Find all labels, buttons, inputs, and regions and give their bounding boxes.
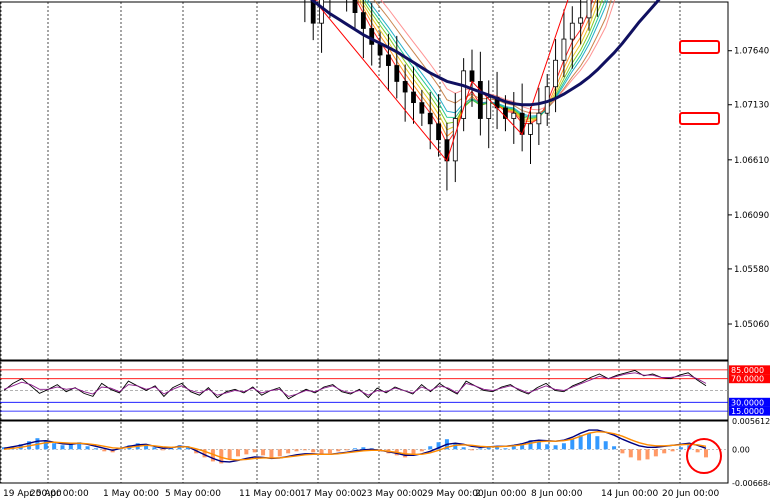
candle-body [360,12,366,29]
macd-tick-label: 0.0056125 [732,417,770,426]
oscillator-tick-label: 30.0000 [731,398,764,407]
candle-body [369,28,375,45]
time-tick-label: 2 Jun 00:00 [475,489,527,499]
macd-tick-label: -0.006684 [732,479,770,488]
macd-histogram-bar [277,449,282,457]
macd-histogram-bar [695,449,700,453]
time-axis: 19 Apr 00:0025 Apr 00:00 1 May 00:00 5 May… [3,489,719,499]
candle-body [528,123,533,135]
macd-histogram-bar [419,449,424,452]
macd-histogram-bar [678,447,683,450]
price-tick-label: 1.07130 [734,101,769,111]
candle-body [561,38,567,61]
time-tick-label: 5 May 00:00 [165,489,221,499]
macd-histogram-bar [637,449,642,461]
macd-histogram-bar [570,439,575,450]
time-tick-label: 17 May 00:00 [300,489,362,499]
macd-histogram-bar [620,449,625,454]
candle-body [352,0,358,13]
macd-histogram-bar [52,443,57,450]
macd-histogram-bar [670,449,675,452]
macd-histogram-bar [269,449,274,459]
macd-histogram-bar [628,449,633,458]
chart-svg: 1.107301.102101.097001.091901.086701.081… [0,0,770,500]
chart-background [0,0,770,500]
candle-body [536,112,542,125]
macd-histogram-bar [327,449,332,454]
candle-body [427,112,433,125]
candle-body [411,91,416,104]
candle-body [402,81,408,93]
macd-histogram-bar [160,449,165,451]
macd-histogram-bar [503,448,508,450]
macd-histogram-bar [361,447,366,450]
macd-histogram-bar [252,449,257,453]
macd-histogram-bar [302,449,307,451]
macd-histogram-bar [353,448,357,450]
macd-histogram-bar [236,449,240,457]
candle-body [386,54,391,66]
price-tick-label: 1.07640 [734,47,769,57]
macd-histogram-bar [102,449,107,452]
macd-histogram-bar [587,433,591,450]
time-tick-label: 25 Apr 00:00 [30,489,89,499]
macd-histogram-bar [344,449,349,451]
candle-body [436,123,441,141]
candle-body [553,59,558,88]
candle-body [394,65,400,82]
macd-histogram-bar [68,444,73,450]
macd-histogram-bar [662,449,667,454]
macd-histogram-bar [612,446,617,450]
macd-histogram-bar [704,449,708,458]
macd-histogram-bar [152,447,157,450]
time-tick-label: 20 Jun 00:00 [662,489,719,499]
macd-histogram-bar [261,449,266,456]
price-tick-label: 1.05580 [734,265,769,275]
macd-histogram-bar [286,449,291,454]
macd-histogram-bar [653,449,658,457]
macd-histogram-bar [603,441,608,450]
macd-histogram-bar [244,449,249,455]
macd-histogram-bar [595,436,600,450]
candle-body [477,81,483,119]
macd-histogram-bar [85,446,90,450]
trading-chart: 1.107301.102101.097001.091901.086701.081… [0,0,770,500]
macd-histogram-bar [311,449,316,453]
time-tick-label: 1 May 00:00 [103,489,159,499]
price-tick-label: 1.06610 [734,156,769,166]
macd-histogram-bar [294,449,299,452]
macd-histogram-bar [511,446,516,450]
oscillator-tick-label: 70.0000 [731,375,764,384]
macd-histogram-bar [478,448,483,450]
macd-histogram-bar [336,449,341,452]
macd-histogram-bar [461,447,466,450]
macd-histogram-bar [93,448,98,450]
candle-body [377,43,383,56]
macd-histogram-bar [470,449,474,451]
candle-body [511,112,517,119]
time-tick-label: 14 Jun 00:00 [601,489,658,499]
candle-body [419,102,425,114]
candle-body [569,22,575,40]
macd-histogram-bar [495,447,500,450]
oscillator-tick-label: 85.0000 [731,366,764,375]
time-tick-label: 8 Jun 00:00 [531,489,583,499]
candle-body [469,70,475,82]
macd-histogram-bar [645,449,650,460]
macd-histogram-bar [545,444,550,450]
macd-histogram-bar [227,449,232,460]
time-tick-label: 11 May 00:00 [239,489,301,499]
macd-histogram-bar [553,445,558,450]
macd-histogram-bar [561,443,566,450]
macd-histogram-bar [60,445,65,450]
macd-histogram-bar [428,446,433,450]
macd-tick-label: 0.00 [732,445,750,454]
price-tick-label: 1.08160 [734,0,769,2]
price-tick-label: 1.06090 [734,211,769,221]
price-tick-label: 1.05060 [734,320,769,330]
candle-body [578,17,584,24]
time-tick-label: 23 May 00:00 [361,489,423,499]
candle-body [586,0,592,19]
oscillator-tick-label: 15.0000 [731,407,764,416]
